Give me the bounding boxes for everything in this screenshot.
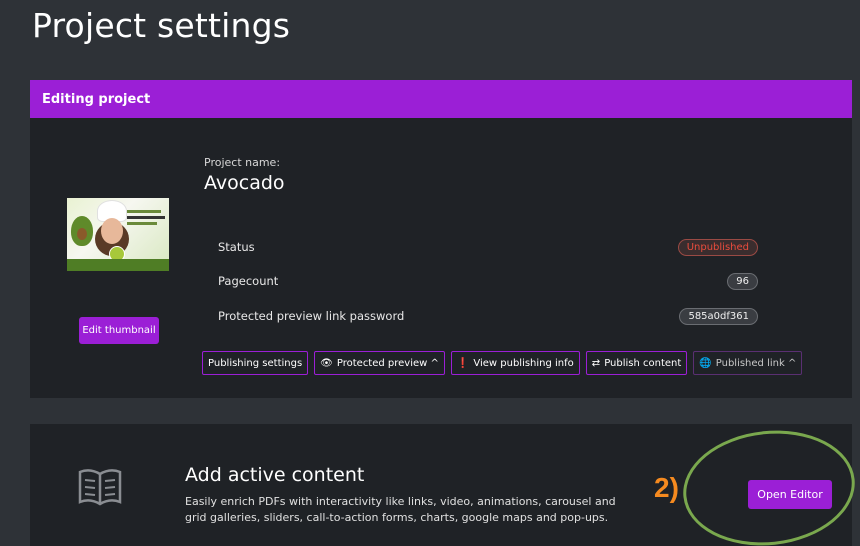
pagecount-row: Pagecount 96 bbox=[218, 271, 758, 291]
view-publishing-info-button[interactable]: ❗ View publishing info bbox=[450, 351, 580, 375]
view-publishing-info-label: View publishing info bbox=[473, 357, 574, 369]
step-annotation: 2) bbox=[654, 472, 679, 503]
active-content-description: Easily enrich PDFs with interactivity li… bbox=[185, 495, 616, 524]
password-label: Protected preview link password bbox=[218, 309, 405, 323]
active-content-title: Add active content bbox=[185, 464, 365, 486]
project-thumbnail bbox=[67, 198, 169, 271]
protected-preview-button[interactable]: 👁 Protected preview ^ bbox=[314, 351, 445, 375]
pagecount-badge: 96 bbox=[727, 272, 758, 290]
eye-icon: 👁 bbox=[320, 357, 333, 369]
published-link-button[interactable]: 🌐 Published link ^ bbox=[693, 351, 803, 375]
protected-preview-label: Protected preview ^ bbox=[336, 357, 439, 369]
globe-icon: 🌐 bbox=[699, 357, 712, 369]
page-title: Project settings bbox=[32, 6, 291, 45]
open-editor-button[interactable]: Open Editor bbox=[748, 480, 832, 509]
editing-project-card: Editing project Edit thumbnail Project n… bbox=[30, 80, 852, 398]
swap-icon: ⇄ bbox=[591, 357, 601, 369]
project-name-label: Project name: bbox=[204, 156, 281, 169]
project-name: Avocado bbox=[204, 172, 285, 194]
active-content-card: Add active content Easily enrich PDFs wi… bbox=[30, 424, 852, 546]
info-icon: ❗ bbox=[456, 357, 470, 369]
status-row: Status Unpublished bbox=[218, 237, 758, 257]
publish-content-button[interactable]: ⇄ Publish content bbox=[585, 351, 688, 375]
publish-content-label: Publish content bbox=[604, 357, 682, 369]
action-bar: Publishing settings 👁 Protected preview … bbox=[202, 351, 803, 375]
edit-thumbnail-button[interactable]: Edit thumbnail bbox=[79, 317, 159, 344]
pagecount-label: Pagecount bbox=[218, 274, 279, 288]
publishing-settings-button[interactable]: Publishing settings bbox=[202, 351, 309, 375]
book-icon bbox=[78, 469, 122, 506]
status-label: Status bbox=[218, 240, 255, 254]
published-link-label: Published link ^ bbox=[715, 357, 797, 369]
password-row: Protected preview link password 585a0df3… bbox=[218, 306, 758, 326]
card-header: Editing project bbox=[30, 80, 852, 118]
status-badge: Unpublished bbox=[677, 238, 758, 256]
publishing-settings-label: Publishing settings bbox=[208, 357, 303, 369]
password-badge: 585a0df361 bbox=[679, 307, 758, 325]
